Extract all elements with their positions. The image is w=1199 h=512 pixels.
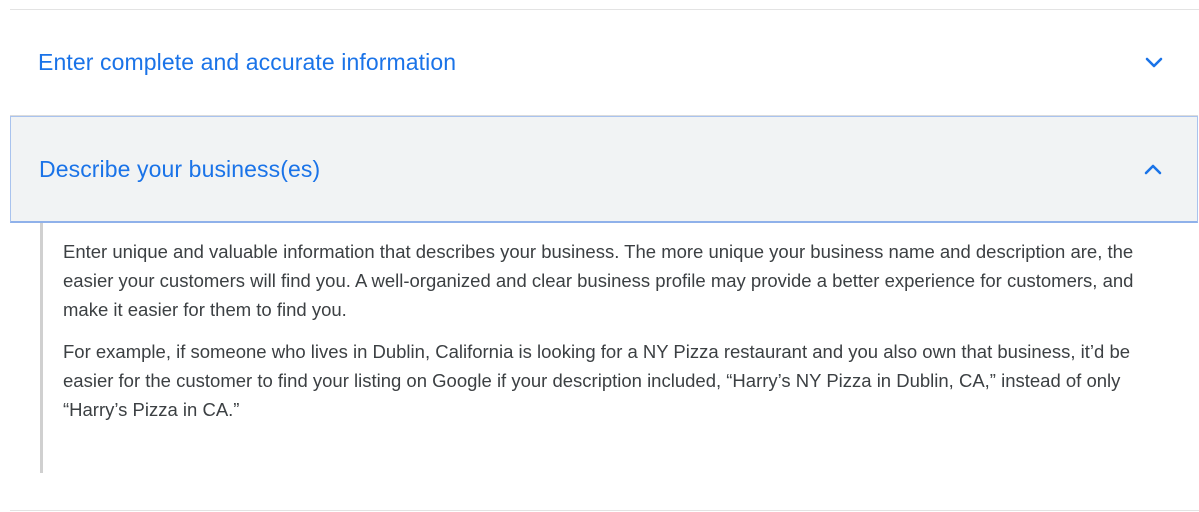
accordion-header-describe-business[interactable]: Describe your business(es) (10, 116, 1198, 223)
help-page: Enter complete and accurate information … (0, 0, 1199, 512)
accordion-header-complete-info[interactable]: Enter complete and accurate information (10, 10, 1198, 116)
accordion-title: Describe your business(es) (39, 155, 321, 182)
accordion: Enter complete and accurate information … (10, 10, 1198, 473)
accordion-panel-describe-business: Enter unique and valuable information th… (40, 223, 1198, 473)
divider (10, 510, 1199, 511)
paragraph: For example, if someone who lives in Dub… (63, 341, 1131, 420)
paragraph: Enter unique and valuable information th… (63, 241, 1134, 320)
chevron-up-icon[interactable] (1141, 157, 1165, 181)
chevron-down-icon[interactable] (1142, 51, 1166, 75)
accordion-title: Enter complete and accurate information (38, 49, 457, 75)
